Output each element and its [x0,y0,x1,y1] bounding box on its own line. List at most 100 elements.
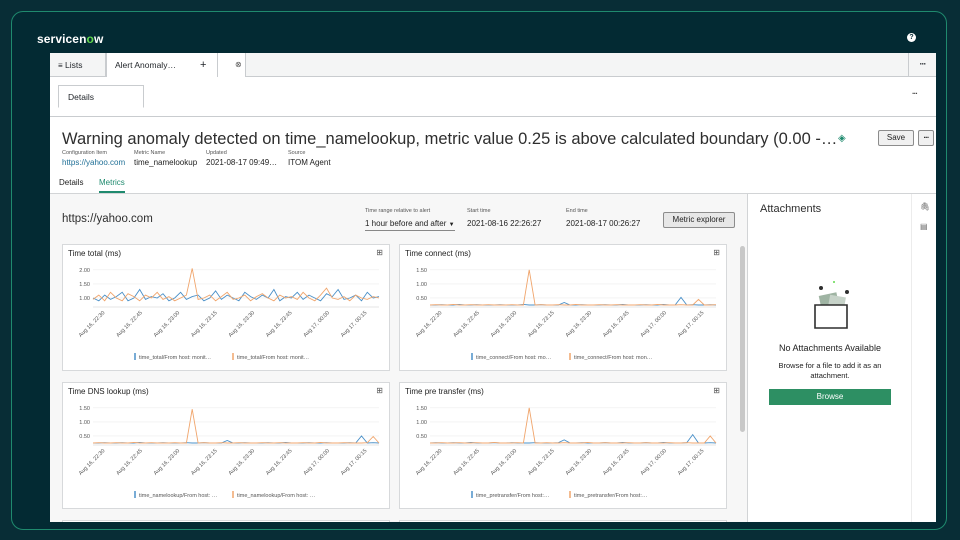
legend-label: time_connect/From host: mon… [574,355,652,361]
workspace: ≡ Lists Alert Anomaly… ⊗ + ··· Details ·… [50,53,936,522]
x-tick-label: Aug 17, 00:00 [640,310,668,338]
chart-svg: 2.00 1.50 1.00 Aug 16, 22:30 Aug 16, 22:45 Au… [78,268,380,361]
x-tick-label: Aug 16, 22:30 [415,448,443,476]
field-configuration-item: Configuration Item https://yahoo.com [62,150,125,167]
x-tick-label: Aug 16, 23:15 [527,448,555,476]
x-tick-label: Aug 17, 00:15 [340,310,368,338]
x-tick-label: Aug 17, 00:00 [303,310,331,338]
field-label: Metric Name [134,150,166,156]
legend-label: time_pretransfer/From host:… [574,493,647,499]
field-metric-name: Metric Name time_namelookup [134,150,197,167]
chart-card: Time pre transfer (ms) ⊞ 1.50 1.00 0.50 Aug 1… [399,382,727,509]
y-tick-label: 1.00 [416,282,427,288]
sub-nav: Details ··· [50,77,936,117]
x-tick-label: Aug 16, 23:45 [602,310,630,338]
side-rail: 🖇 ▤ [911,194,936,522]
y-tick-label: 2.00 [79,268,90,274]
x-tick-label: Aug 16, 22:45 [452,448,480,476]
tab-lists[interactable]: ≡ Lists [50,53,106,77]
close-tab-icon[interactable]: ⊗ [235,53,242,77]
x-tick-label: Aug 16, 22:30 [78,448,106,476]
empty-folder-illustration [814,281,849,329]
x-tick-label: Aug 17, 00:00 [303,448,331,476]
chart-card: Time total (ms) ⊞ 2.00 1.50 1.00 Aug 16, 22:3… [62,244,390,371]
x-tick-label: Aug 16, 23:15 [527,310,555,338]
field-label: Updated [206,150,227,156]
save-button[interactable]: Save [878,130,914,146]
legend-label: time_total/From host: monit… [139,355,211,361]
x-tick-label: Aug 16, 22:45 [115,448,143,476]
y-tick-label: 0.50 [79,434,90,440]
metrics-panel: https://yahoo.com Time range relative to… [50,194,747,522]
legend-label: time_pretransfer/From host:… [476,493,549,499]
chart-card: Time connect (ms) ⊞ 1.50 1.00 0.50 Aug 16, 22… [399,244,727,371]
field-label: Source [288,150,306,156]
metric-explorer-button[interactable]: Metric explorer [663,212,735,228]
subnav-more-button[interactable]: ··· [912,89,918,98]
help-icon[interactable]: ? [907,33,916,42]
x-tick-label: Aug 17, 00:15 [677,448,705,476]
start-label: Start time [467,208,491,214]
x-tick-label: Aug 16, 22:45 [452,310,480,338]
y-tick-label: 1.00 [416,420,427,426]
y-tick-label: 1.50 [416,406,427,412]
metrics-scrollbar[interactable] [740,246,745,432]
tab-alert-anomaly[interactable]: Alert Anomaly… ⊗ [106,53,246,77]
x-tick-label: Aug 16, 23:30 [228,310,256,338]
series-line-2 [430,407,717,444]
x-tick-label: Aug 16, 23:00 [153,448,181,476]
x-tick-label: Aug 16, 23:15 [190,448,218,476]
end-label: End time [566,208,588,214]
tag-icon[interactable]: ◈ [838,133,846,144]
configuration-item-link[interactable]: https://yahoo.com [62,158,125,167]
x-tick-label: Aug 17, 00:15 [340,448,368,476]
tab-alert-label: Alert Anomaly… [115,60,176,70]
x-tick-label: Aug 17, 00:15 [677,310,705,338]
add-tab-button[interactable]: + [190,53,218,77]
form-tab-metrics[interactable]: Metrics [99,178,125,193]
window-frame: servicenow ? ≡ Lists Alert Anomaly… ⊗ + … [11,11,947,530]
paperclip-icon[interactable]: 🖇 [920,202,930,211]
tabbar-more-button[interactable]: ··· [908,53,936,77]
x-tick-label: Aug 16, 23:00 [490,310,518,338]
field-updated: Updated 2021-08-17 09:49… [206,150,277,167]
y-tick-label: 1.50 [416,268,427,274]
legend-label: time_namelookup/From host: … [237,493,315,499]
attachments-panel: Attachments No Attachments Available Bro… [747,194,911,522]
series-line-1 [93,435,380,444]
browse-button[interactable]: Browse [769,389,891,405]
series-line-1 [430,296,717,306]
tab-lists-label: Lists [65,60,83,70]
end-value: 2021-08-17 00:26:27 [566,219,641,228]
y-tick-label: 0.50 [416,434,427,440]
x-tick-label: Aug 16, 23:45 [265,448,293,476]
tab-bar: ≡ Lists Alert Anomaly… ⊗ + ··· [50,53,936,77]
chart-card: Time DNS lookup (ms) ⊞ 1.50 1.00 0.50 Aug 16,… [62,382,390,509]
caret-down-icon: ▼ [448,222,455,228]
chart-card: HTTP code (numeric)⊞ [62,520,390,522]
x-tick-label: Aug 16, 22:45 [115,310,143,338]
x-tick-label: Aug 16, 23:45 [265,310,293,338]
record-title: Warning anomaly detected on time_nameloo… [62,130,838,148]
range-select[interactable]: 1 hour before and after ▼ [365,219,455,231]
chart-svg: 1.50 1.00 0.50 Aug 16, 22:30 Aug 16, 22:45 Au… [78,406,380,499]
legend-label: time_connect/From host: mo… [476,355,551,361]
record-more-button[interactable]: ··· [918,130,934,146]
x-tick-label: Aug 17, 00:00 [640,448,668,476]
attachments-title: Attachments [760,203,822,215]
field-value: ITOM Agent [288,158,331,167]
y-tick-label: 0.50 [416,296,427,302]
field-value: 2021-08-17 09:49… [206,158,278,167]
y-tick-label: 1.00 [79,420,90,426]
field-value: time_namelookup [134,158,198,167]
field-source: Source ITOM Agent [288,150,331,167]
details-tab[interactable]: Details [58,85,144,108]
document-icon[interactable]: ▤ [920,222,928,231]
legend-label: time_total/From host: monit… [237,355,309,361]
field-label: Configuration Item [62,150,107,156]
y-tick-label: 1.50 [79,282,90,288]
list-icon: ≡ [58,61,63,70]
form-tab-details[interactable]: Details [59,178,83,187]
series-line-2 [92,409,380,444]
no-attachments-text: No Attachments Available [779,343,881,353]
